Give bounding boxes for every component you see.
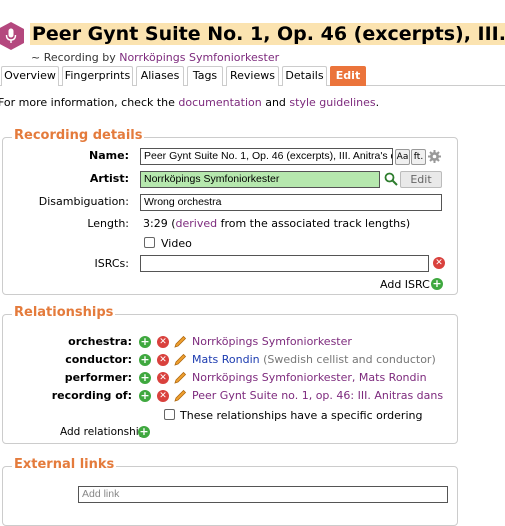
tab-overview[interactable]: Overview — [1, 66, 59, 86]
recording-icon — [0, 22, 24, 50]
recording-details-legend: Recording details — [12, 128, 145, 143]
relationship-target: Mats Rondin (Swedish cellist and conduct… — [192, 353, 436, 366]
tab-edit[interactable]: Edit — [330, 66, 366, 86]
disambiguation-label: Disambiguation: — [38, 195, 129, 208]
target-link[interactable]: Norrköpings Symfoniorkester — [192, 335, 352, 348]
add-isrc-icon[interactable]: + — [431, 278, 443, 290]
isrcs-label: ISRCs: — [94, 257, 129, 270]
page-title: Peer Gynt Suite No. 1, Op. 46 (excerpts)… — [30, 23, 505, 45]
artist-label: Artist: — [89, 172, 129, 185]
tab-aliases[interactable]: Aliases — [136, 66, 184, 86]
tab-tags[interactable]: Tags — [187, 66, 223, 86]
remove-icon[interactable]: ✕ — [157, 390, 169, 402]
target-link[interactable]: Mats Rondin — [192, 353, 260, 366]
remove-icon[interactable]: ✕ — [157, 372, 169, 384]
ordering-checkbox[interactable] — [164, 409, 175, 420]
relationship-type: orchestra: — [68, 335, 132, 348]
add-relationship-label[interactable]: Add relationship — [60, 426, 145, 438]
gear-icon[interactable] — [428, 150, 441, 163]
tab-fingerprints[interactable]: Fingerprints — [62, 66, 133, 86]
tab-details[interactable]: Details — [282, 66, 327, 86]
pencil-icon[interactable] — [174, 335, 187, 348]
relationship-type: conductor: — [65, 353, 132, 366]
pencil-icon[interactable] — [174, 389, 187, 402]
add-icon[interactable]: + — [139, 390, 151, 402]
relationships-fieldset: Relationships orchestra: + ✕ Norrköpings… — [2, 305, 458, 444]
pencil-icon[interactable] — [174, 371, 187, 384]
relationship-target: Norrköpings Symfoniorkester — [192, 335, 352, 348]
artist-edit-button[interactable]: Edit — [400, 171, 442, 188]
add-relationship-icon[interactable]: + — [138, 426, 150, 438]
target-link[interactable]: Peer Gynt Suite no. 1, op. 46: III. Anit… — [192, 389, 443, 402]
add-icon[interactable]: + — [139, 336, 151, 348]
name-input[interactable]: Peer Gynt Suite No. 1, Op. 46 (excerpts)… — [140, 148, 393, 165]
relationship-target: Peer Gynt Suite no. 1, op. 46: III. Anit… — [192, 389, 443, 402]
page-header: Peer Gynt Suite No. 1, Op. 46 (excerpts)… — [0, 10, 505, 64]
derived-link[interactable]: derived — [176, 217, 218, 230]
video-label: Video — [161, 237, 192, 250]
name-label: Name: — [89, 149, 129, 162]
search-icon[interactable] — [384, 172, 398, 186]
isrc-input[interactable] — [140, 255, 429, 272]
artist-link[interactable]: Norrköpings Symfoniorkester — [119, 51, 279, 64]
remove-isrc-icon[interactable]: ✕ — [433, 257, 445, 269]
pencil-icon[interactable] — [174, 353, 187, 366]
add-icon[interactable]: + — [139, 372, 151, 384]
disambiguation-input[interactable]: Wrong orchestra — [140, 194, 442, 211]
length-label: Length: — [87, 217, 129, 230]
video-checkbox[interactable] — [144, 237, 155, 248]
relationship-type: performer: — [64, 371, 132, 384]
external-links-fieldset: External links Add link — [2, 457, 458, 526]
external-links-legend: External links — [12, 457, 117, 472]
page-subtitle: ~ Recording by Norrköpings Symfoniorkest… — [31, 51, 280, 64]
length-value: 3:29 (derived from the associated track … — [143, 217, 411, 230]
remove-icon[interactable]: ✕ — [157, 336, 169, 348]
add-link-input[interactable]: Add link — [78, 486, 448, 503]
add-icon[interactable]: + — [139, 354, 151, 366]
artist-input[interactable]: Norrköpings Symfoniorkester — [140, 171, 380, 188]
relationships-legend: Relationships — [12, 305, 116, 320]
recording-details-fieldset: Recording details Name: Peer Gynt Suite … — [2, 128, 458, 295]
remove-icon[interactable]: ✕ — [157, 354, 169, 366]
relationship-type: recording of: — [51, 389, 132, 402]
documentation-link[interactable]: documentation — [178, 96, 261, 109]
guess-feat-button[interactable]: ft. — [411, 149, 426, 165]
style-guidelines-link[interactable]: style guidelines — [289, 96, 375, 109]
relationship-target: Norrköpings Symfoniorkester, Mats Rondin — [192, 371, 427, 384]
ordering-label: These relationships have a specific orde… — [180, 409, 423, 422]
target-link[interactable]: Norrköpings Symfoniorkester, Mats Rondin — [192, 371, 427, 384]
tab-bar: Overview Fingerprints Aliases Tags Revie… — [0, 66, 505, 86]
tab-reviews[interactable]: Reviews — [226, 66, 279, 86]
guess-case-button[interactable]: Aa — [395, 149, 410, 165]
info-text: For more information, check the document… — [0, 96, 380, 109]
add-isrc-label[interactable]: Add ISRC — [380, 278, 430, 291]
